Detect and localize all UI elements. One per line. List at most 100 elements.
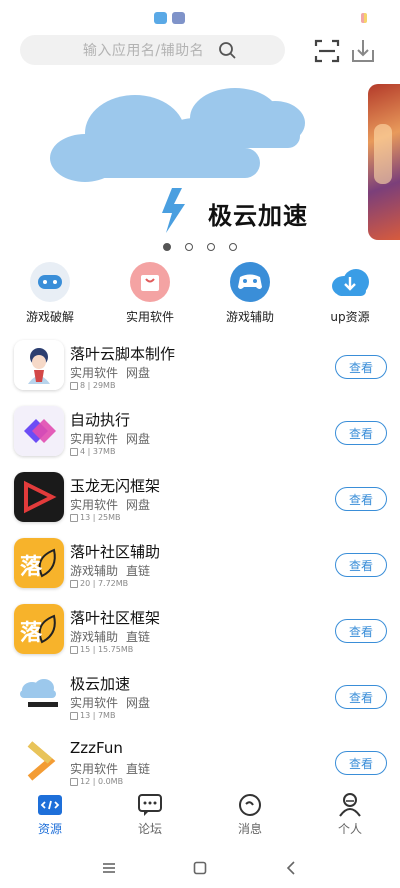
app-name: 落叶社区框架	[70, 609, 161, 627]
category-utility[interactable]: 实用软件	[110, 262, 190, 325]
view-button[interactable]: 查看	[335, 619, 387, 643]
category-row: 游戏破解 实用软件 游戏辅助 up资源	[0, 262, 400, 330]
app-name: ZzzFun	[70, 739, 123, 757]
cloud-logo-icon	[50, 88, 305, 233]
app-tags: 实用软件 网盘	[70, 694, 158, 711]
list-item[interactable]: ZzzFun 实用软件 直链 12 | 0.0MB 查看	[0, 734, 400, 794]
user-icon	[337, 792, 363, 818]
carousel-dot[interactable]	[229, 243, 237, 251]
list-item[interactable]: 落 落叶社区框架 游戏辅助 直链 15 | 15.75MB 查看	[0, 602, 400, 662]
view-button[interactable]: 查看	[335, 751, 387, 775]
category-game-assist[interactable]: 游戏辅助	[210, 262, 290, 325]
category-up-resources[interactable]: up资源	[310, 262, 390, 325]
list-item[interactable]: 落叶云脚本制作 实用软件 网盘 8 | 29MB 查看	[0, 338, 400, 398]
category-label: 游戏辅助	[225, 310, 274, 324]
app-meta: 13 | 25MB	[70, 513, 121, 522]
app-meta: 20 | 7.72MB	[70, 579, 128, 588]
app-meta: 4 | 37MB	[70, 447, 115, 456]
tab-profile[interactable]: 个人	[310, 792, 390, 837]
carousel-dot[interactable]	[185, 243, 193, 251]
view-button[interactable]: 查看	[335, 553, 387, 577]
back-icon[interactable]	[279, 856, 303, 880]
app-tag: 网盘	[126, 366, 151, 380]
app-meta-text: 20 | 7.72MB	[80, 579, 129, 588]
svg-text:落: 落	[20, 621, 43, 646]
app-tag: 实用软件	[70, 432, 119, 446]
view-button[interactable]: 查看	[335, 487, 387, 511]
app-tag: 直链	[126, 564, 151, 578]
download-count-icon	[70, 645, 78, 654]
download-count-icon	[70, 579, 78, 588]
menu-icon[interactable]	[97, 856, 121, 880]
search-icon	[219, 42, 236, 59]
svg-text:落: 落	[20, 555, 43, 580]
list-item[interactable]: 玉龙无闪框架 实用软件 网盘 13 | 25MB 查看	[0, 470, 400, 530]
download-icon[interactable]	[350, 38, 376, 64]
banner-carousel[interactable]: 极云加速	[20, 78, 365, 238]
home-icon[interactable]	[188, 856, 212, 880]
app-tag: 网盘	[126, 696, 151, 710]
telegram-icon	[154, 12, 167, 24]
app-tags: 实用软件 直链	[70, 760, 158, 777]
carousel-dot[interactable]	[163, 243, 171, 251]
view-button[interactable]: 查看	[335, 355, 387, 379]
app-tags: 实用软件 网盘	[70, 430, 158, 447]
app-tag: 直链	[126, 630, 151, 644]
app-meta-text: 15 | 15.75MB	[80, 645, 134, 654]
diamond-icon	[14, 406, 64, 456]
app-meta-text: 8 | 29MB	[80, 381, 116, 390]
app-name: 落叶云脚本制作	[70, 345, 176, 363]
download-count-icon	[70, 381, 78, 390]
app-meta-text: 13 | 25MB	[80, 513, 121, 522]
app-meta: 8 | 29MB	[70, 381, 115, 390]
download-count-icon	[70, 447, 78, 456]
chat-icon	[137, 792, 163, 818]
tab-forum[interactable]: 论坛	[110, 792, 190, 837]
system-nav-bar	[0, 850, 400, 888]
app-name: 极云加速	[70, 675, 131, 693]
download-count-icon	[70, 777, 78, 786]
app-meta: 12 | 0.0MB	[70, 777, 123, 786]
notification-icon	[172, 12, 185, 24]
battery-icon	[361, 13, 367, 23]
carousel-dot[interactable]	[207, 243, 215, 251]
list-item[interactable]: 落 落叶社区辅助 游戏辅助 直链 20 | 7.72MB 查看	[0, 536, 400, 596]
tab-messages[interactable]: 消息	[210, 792, 290, 837]
gamepad-icon	[30, 262, 70, 302]
tab-label: 论坛	[137, 822, 162, 836]
app-tag: 实用软件	[70, 696, 119, 710]
list-item[interactable]: 极云加速 实用软件 网盘 13 | 7MB 查看	[0, 668, 400, 728]
bottom-tab-bar: 资源 论坛 消息 个人	[0, 788, 400, 844]
play-logo-icon	[14, 472, 64, 522]
category-label: 实用软件	[125, 310, 174, 324]
banner-next-slide[interactable]	[368, 84, 400, 240]
leaf-logo-icon: 落	[14, 538, 64, 588]
category-label: up资源	[330, 310, 370, 324]
list-item[interactable]: 自动执行 实用软件 网盘 4 | 37MB 查看	[0, 404, 400, 464]
tab-label: 个人	[337, 822, 362, 836]
app-tags: 游戏辅助 直链	[70, 562, 158, 579]
app-tag: 实用软件	[70, 498, 119, 512]
app-meta-text: 4 | 37MB	[80, 447, 116, 456]
app-meta: 15 | 15.75MB	[70, 645, 133, 654]
app-tag: 游戏辅助	[70, 564, 119, 578]
cloud-download-icon	[330, 262, 370, 302]
app-meta-text: 13 | 7MB	[80, 711, 116, 720]
view-button[interactable]: 查看	[335, 685, 387, 709]
tab-label: 资源	[37, 822, 62, 836]
search-input[interactable]: 输入应用名/辅助名	[20, 35, 285, 65]
tab-resources[interactable]: 资源	[10, 792, 90, 837]
scan-icon[interactable]	[314, 38, 340, 64]
app-name: 自动执行	[70, 411, 131, 429]
app-tag: 游戏辅助	[70, 630, 119, 644]
leaf-logo-icon: 落	[14, 604, 64, 654]
app-meta: 13 | 7MB	[70, 711, 115, 720]
app-tag: 实用软件	[70, 762, 119, 776]
app-tags: 实用软件 网盘	[70, 496, 158, 513]
app-tags: 游戏辅助 直链	[70, 628, 158, 645]
view-button[interactable]: 查看	[335, 421, 387, 445]
category-game-crack[interactable]: 游戏破解	[10, 262, 90, 325]
app-meta-text: 12 | 0.0MB	[80, 777, 124, 786]
controller-icon	[230, 262, 270, 302]
download-count-icon	[70, 711, 78, 720]
